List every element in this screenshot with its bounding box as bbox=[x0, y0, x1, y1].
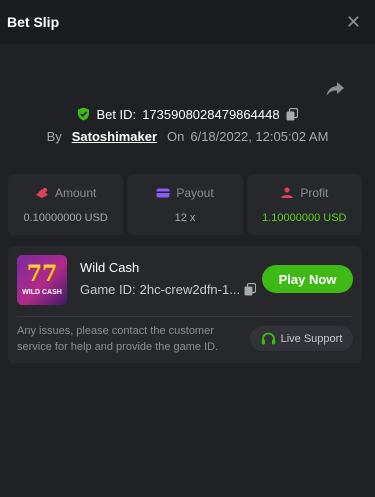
support-text: Any issues, please contact the customer … bbox=[17, 325, 219, 353]
header: Bet Slip ✕ bbox=[0, 0, 375, 44]
live-support-label: Live Support bbox=[280, 332, 343, 345]
bet-id-label: Bet ID: bbox=[96, 106, 137, 122]
stat-profit: Profit 1.10000000 USD bbox=[246, 174, 362, 235]
game-thumbnail[interactable]: 77 WILD CASH bbox=[17, 255, 67, 305]
play-now-button[interactable]: Play Now bbox=[262, 265, 353, 293]
game-name: Wild Cash bbox=[80, 260, 140, 275]
thumbnail-number: 77 bbox=[26, 261, 58, 287]
on-label: On bbox=[167, 128, 185, 144]
coins-icon bbox=[35, 187, 48, 198]
bet-stats: Amount 0.10000000 USD Payout 12 x Profit… bbox=[8, 174, 362, 235]
bet-id-row: Bet ID: 1735908028479864448 bbox=[0, 105, 375, 123]
share-icon[interactable] bbox=[325, 80, 345, 98]
bet-id-value: 1735908028479864448 bbox=[142, 106, 280, 122]
stat-payout-value: 12 x bbox=[174, 211, 196, 224]
live-support-button[interactable]: Live Support bbox=[250, 326, 353, 351]
close-icon[interactable]: ✕ bbox=[346, 13, 361, 31]
page-title: Bet Slip bbox=[7, 14, 60, 30]
profit-icon bbox=[281, 187, 294, 198]
headset-icon bbox=[261, 332, 275, 344]
game-id-row: Game ID: 2hc-crew2dfn-1... bbox=[80, 282, 257, 297]
game-id-value: 2hc-crew2dfn-1... bbox=[139, 282, 241, 297]
stat-profit-label: Profit bbox=[300, 185, 329, 200]
by-label: By bbox=[46, 128, 62, 144]
wallet-icon bbox=[156, 188, 170, 197]
stat-payout: Payout 12 x bbox=[127, 174, 243, 235]
game-card: 77 WILD CASH Wild Cash Game ID: 2hc-crew… bbox=[8, 246, 362, 363]
username-link[interactable]: Satoshimaker bbox=[72, 129, 157, 144]
game-id-label: Game ID: bbox=[80, 282, 136, 297]
stat-amount-value: 0.10000000 USD bbox=[23, 211, 108, 224]
bet-meta-row: By Satoshimaker On 6/18/2022, 12:05:02 A… bbox=[0, 127, 375, 145]
stat-amount-label: Amount bbox=[54, 185, 97, 200]
stat-payout-label: Payout bbox=[176, 185, 214, 200]
copy-icon[interactable] bbox=[286, 107, 298, 121]
stat-profit-value: 1.10000000 USD bbox=[262, 211, 347, 224]
divider bbox=[17, 316, 353, 317]
bet-datetime: 6/18/2022, 12:05:02 AM bbox=[190, 128, 329, 144]
stat-amount: Amount 0.10000000 USD bbox=[8, 174, 124, 235]
copy-icon[interactable] bbox=[244, 283, 257, 296]
thumbnail-text: WILD CASH bbox=[22, 289, 62, 296]
shield-check-icon bbox=[78, 107, 90, 121]
